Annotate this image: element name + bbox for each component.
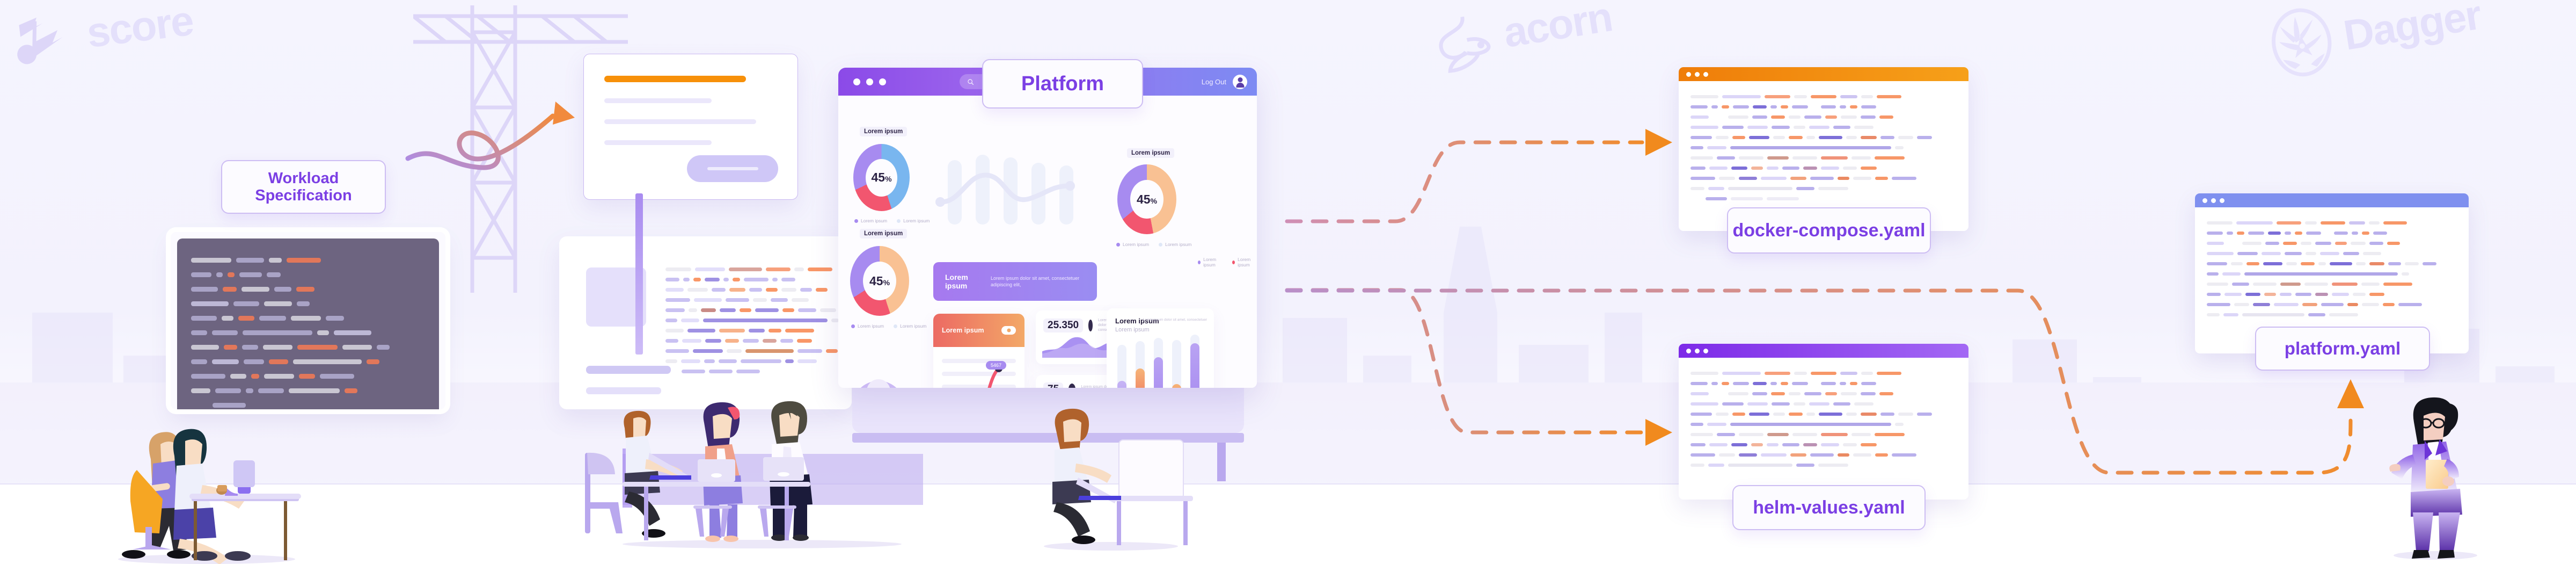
helm-values-window[interactable]: [1679, 344, 1968, 500]
code-line: [191, 272, 425, 277]
trend-card[interactable]: Lorem ipsum 5467 2555: [933, 314, 1024, 388]
workload-spec-line-1: Workload: [268, 169, 339, 187]
code-line: [191, 388, 425, 393]
stat-card-1-dot: [1088, 319, 1093, 331]
editor-code-area: [177, 238, 439, 409]
people-group-left: [118, 429, 301, 564]
promo-banner-subtitle: Lorem ipsum dolor sit amet, consectetuer…: [991, 275, 1080, 287]
person-laptop-right: [1044, 408, 1193, 551]
donut-3-label: Lorem ipsum: [1127, 148, 1175, 158]
donut-1-value: 45%: [871, 170, 892, 184]
platform-window-titlebar: [2195, 193, 2469, 207]
donut-chart-1: 45%: [853, 144, 910, 211]
slide-text-line: [604, 119, 757, 124]
slide-title-bar: [604, 76, 747, 82]
stat-card-1-value: 25.350: [1043, 318, 1084, 332]
bar-chart-note: Lorem ipsum dolor sit amet, consectetuer: [1143, 318, 1207, 322]
document-text-block: [665, 267, 845, 380]
presentation-slide-card[interactable]: [583, 54, 798, 200]
code-line: [191, 374, 425, 379]
slide-text-line: [604, 140, 712, 145]
people-group-center: [585, 401, 923, 548]
code-line: [191, 316, 425, 321]
profile-avatar-graphic: [860, 379, 897, 388]
code-line: [191, 345, 425, 350]
donut-2-label: Lorem ipsum: [860, 229, 908, 238]
donut-chart-2: 45%: [850, 246, 909, 316]
donut-3-legend: Lorem ipsum Lorem ipsum: [1116, 242, 1191, 247]
workload-specification-callout[interactable]: Workload Specification: [221, 160, 386, 214]
slide-text-line: [604, 98, 712, 103]
document-secondary-chip: [586, 387, 661, 394]
platform-callout[interactable]: Platform: [982, 59, 1143, 109]
code-line: [191, 258, 425, 263]
trend-card-title: Lorem ipsum: [942, 327, 984, 334]
easel-leg: [635, 193, 643, 355]
code-line: [191, 301, 425, 306]
slide-action-button[interactable]: [687, 155, 778, 182]
docker-window-titlebar: [1679, 67, 1968, 81]
workload-spec-editor[interactable]: [171, 232, 445, 409]
docker-compose-callout[interactable]: docker-compose.yaml: [1727, 207, 1931, 254]
donut-2-legend: Lorem ipsum Lorem ipsum: [851, 323, 926, 329]
docker-window-code: [1679, 81, 1968, 221]
workload-spec-line-2: Specification: [255, 187, 352, 204]
stat-card-2-dot: [1069, 384, 1076, 388]
promo-banner-title: Lorem ipsum: [945, 273, 968, 290]
person-presenter-right: [2389, 397, 2477, 560]
platform-browser-window[interactable]: Log Out Lorem ipsum 45% Lorem ipsum Lore…: [838, 68, 1257, 388]
code-line: [191, 359, 425, 364]
code-line: [191, 287, 425, 292]
donut-2-value: 45%: [869, 273, 890, 288]
illustration-canvas: score acorn Dagger Workload Specificatio…: [0, 0, 2576, 564]
badge-5467: 5467: [986, 361, 1007, 370]
stat-card-2-value: 75: [1043, 382, 1064, 388]
traffic-lights[interactable]: [853, 78, 886, 85]
trend-line-chart: [987, 365, 1002, 388]
helm-window-titlebar: [1679, 344, 1968, 358]
document-primary-chip: [586, 366, 671, 374]
search-icon: [968, 78, 974, 85]
donut-3-value: 45%: [1136, 192, 1158, 206]
platform-window-code: [2195, 207, 2469, 337]
dashboard-body: Lorem ipsum 45% Lorem ipsum Lorem ipsum …: [838, 96, 1257, 388]
promo-banner[interactable]: Lorem ipsum Lorem ipsum dolor sit amet, …: [933, 262, 1097, 301]
donut-chart-3: 45%: [1117, 164, 1176, 234]
helm-values-callout[interactable]: helm-values.yaml: [1732, 485, 1926, 530]
logout-label[interactable]: Log Out: [1202, 78, 1226, 86]
visibility-icon[interactable]: [1001, 326, 1016, 335]
floor-area: [0, 485, 2576, 564]
document-card[interactable]: [559, 236, 852, 409]
donut-1-label: Lorem ipsum: [860, 127, 908, 136]
bar-chart-subtitle: Lorem ipsum: [1115, 327, 1150, 333]
platform-desk-leg: [1217, 443, 1226, 481]
avatar-icon[interactable]: [1233, 74, 1247, 89]
bar-chart-card[interactable]: Lorem ipsum Lorem ipsum Lorem ipsum dolo…: [1107, 308, 1214, 388]
donut-1-legend: Lorem ipsum Lorem ipsum: [854, 218, 930, 223]
helm-window-code: [1679, 358, 1968, 488]
platform-yaml-callout[interactable]: platform.yaml: [2255, 327, 2430, 371]
right-legend: Lorem ipsum Lorem ipsum: [1198, 257, 1257, 267]
docker-compose-window[interactable]: [1679, 67, 1968, 231]
code-line: [191, 330, 425, 335]
top-line-chart: [935, 155, 1075, 225]
